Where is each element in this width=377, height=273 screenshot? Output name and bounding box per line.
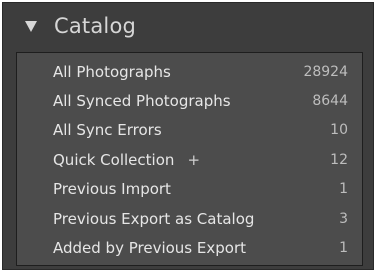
item-count: 28924 [303, 63, 348, 80]
target-collection-plus-icon: + [187, 151, 201, 170]
catalog-panel-header[interactable]: Catalog [3, 3, 373, 49]
item-label: Previous Export as Catalog [53, 209, 255, 228]
item-count: 12 [330, 151, 348, 168]
item-label: All Photographs [53, 62, 171, 81]
catalog-item-all-synced-photographs[interactable]: All Synced Photographs 8644 [17, 86, 362, 115]
catalog-item-quick-collection[interactable]: Quick Collection + 12 [17, 145, 362, 174]
item-count: 1 [339, 240, 348, 257]
item-count: 3 [339, 210, 348, 227]
catalog-list-container: All Photographs 28924 All Synced Photogr… [16, 52, 363, 266]
catalog-item-previous-import[interactable]: Previous Import 1 [17, 175, 362, 204]
item-label: Previous Import [53, 180, 171, 199]
item-label: Quick Collection [53, 151, 175, 170]
item-label-group: Quick Collection + [53, 150, 200, 169]
item-label: All Sync Errors [53, 121, 162, 140]
item-label: Added by Previous Export [53, 239, 246, 258]
catalog-item-all-sync-errors[interactable]: All Sync Errors 10 [17, 116, 362, 145]
item-count: 10 [330, 122, 348, 139]
item-label: All Synced Photographs [53, 92, 231, 111]
catalog-item-all-photographs[interactable]: All Photographs 28924 [17, 57, 362, 86]
catalog-item-previous-export-as-catalog[interactable]: Previous Export as Catalog 3 [17, 204, 362, 233]
triangle-down-icon[interactable] [25, 21, 37, 32]
panel-title: Catalog [54, 14, 137, 38]
catalog-list: All Photographs 28924 All Synced Photogr… [17, 53, 362, 263]
item-count: 8644 [312, 93, 348, 110]
catalog-panel: Catalog All Photographs 28924 All Synced… [2, 2, 374, 270]
item-count: 1 [339, 181, 348, 198]
catalog-item-added-by-previous-export[interactable]: Added by Previous Export 1 [17, 233, 362, 262]
